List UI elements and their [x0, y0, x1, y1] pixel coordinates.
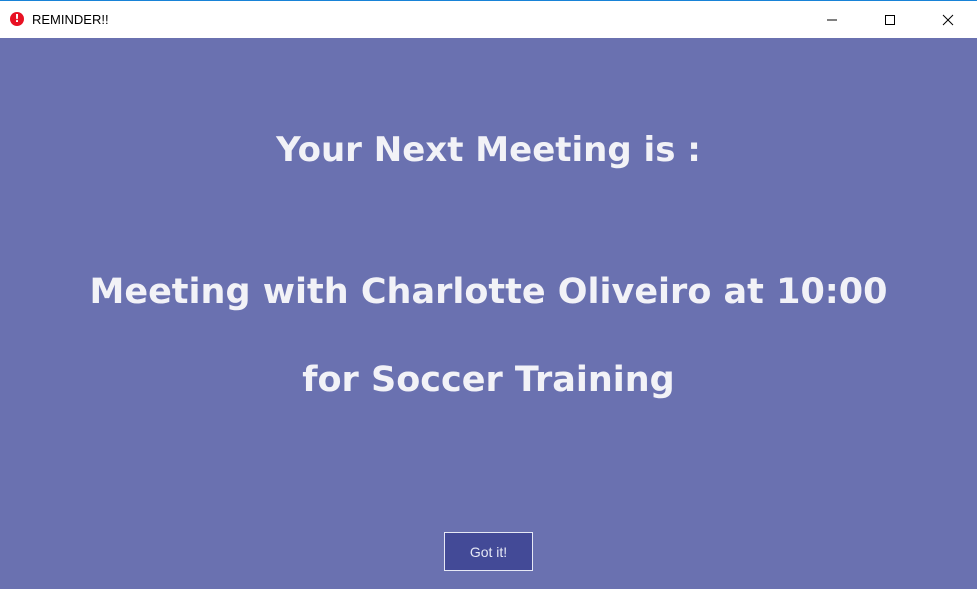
- minimize-icon: [827, 19, 837, 20]
- maximize-icon: [885, 14, 895, 25]
- maximize-button[interactable]: [861, 1, 919, 38]
- reminder-window: ! REMINDER!! Your Next Meeting is : Meet…: [0, 0, 977, 589]
- close-button[interactable]: [919, 1, 977, 38]
- window-title: REMINDER!!: [32, 12, 109, 27]
- close-icon: [942, 14, 954, 25]
- reminder-content: Your Next Meeting is : Meeting with Char…: [0, 38, 977, 589]
- reminder-heading: Your Next Meeting is :: [276, 130, 701, 170]
- meeting-details: Meeting with Charlotte Oliveiro at 10:00…: [89, 272, 888, 400]
- minimize-button[interactable]: [803, 1, 861, 38]
- got-it-button[interactable]: Got it!: [444, 532, 533, 571]
- alert-icon: !: [10, 12, 24, 26]
- title-bar[interactable]: ! REMINDER!!: [0, 1, 977, 38]
